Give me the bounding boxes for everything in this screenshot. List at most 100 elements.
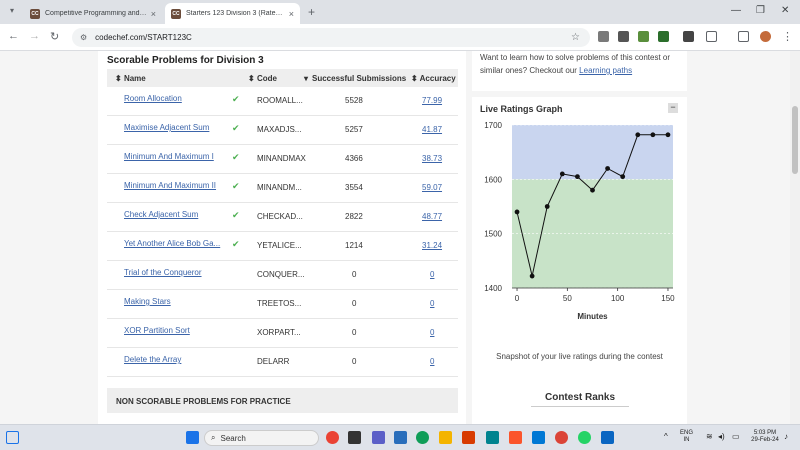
problem-name-link[interactable]: Minimum And Maximum I [124, 152, 214, 161]
browser-toolbar: ← → ↻ ⚙ codechef.com/START123C ☆ ⋮ [0, 24, 800, 51]
language-indicator[interactable]: ENG IN [680, 430, 693, 444]
accuracy-column-header[interactable]: ⬍ Accuracy [411, 74, 456, 83]
extensions-puzzle-icon[interactable] [706, 31, 717, 42]
address-bar[interactable]: ⚙ codechef.com/START123C ☆ [72, 28, 590, 47]
problem-code: CHECKAD... [257, 212, 303, 221]
tab-competitive-programming[interactable]: CC Competitive Programming and Co × [24, 3, 162, 24]
tray-chevron-icon[interactable]: ^ [664, 433, 668, 441]
accuracy-link[interactable]: 77.99 [422, 96, 442, 105]
file-explorer-icon[interactable] [439, 431, 452, 444]
page-scrollbar[interactable] [790, 51, 800, 424]
y-tick-label: 1700 [484, 121, 502, 130]
wifi-icon[interactable]: ≋ [706, 433, 713, 441]
accuracy-link[interactable]: 48.77 [422, 212, 442, 221]
chrome-icon[interactable] [555, 431, 568, 444]
close-tab-icon[interactable]: × [151, 9, 156, 19]
restore-icon[interactable]: ❐ [756, 5, 765, 16]
accuracy-link[interactable]: 0 [430, 270, 434, 279]
battery-icon[interactable]: ▭ [732, 433, 740, 441]
collapse-button[interactable]: − [668, 103, 678, 113]
codechef-favicon-icon: CC [171, 8, 181, 19]
table-row[interactable]: Minimum And Maximum I ✔ MINANDMAX 4366 38.73 [107, 145, 458, 174]
submission-count: 1214 [345, 241, 363, 250]
brave-icon[interactable] [509, 431, 522, 444]
table-row[interactable]: Yet Another Alice Bob Ga... ✔ YETALICE... 1… [107, 232, 458, 261]
solved-check-icon: ✔ [232, 94, 240, 104]
task-view-icon[interactable] [348, 431, 361, 444]
extension-icon[interactable] [658, 31, 669, 42]
y-tick-label: 1600 [484, 175, 502, 184]
whatsapp-icon[interactable] [578, 431, 591, 444]
new-tab-button[interactable]: + [308, 5, 315, 19]
close-tab-icon[interactable]: × [289, 9, 294, 19]
tab-starters-123[interactable]: CC Starters 123 Division 3 (Rated) Co × [165, 3, 300, 24]
problem-name-link[interactable]: Yet Another Alice Bob Ga... [124, 239, 220, 248]
table-row[interactable]: Trial of the Conqueror CONQUER... 0 0 [107, 261, 458, 290]
tab-search-icon[interactable]: ▾ [6, 6, 18, 18]
table-row[interactable]: Room Allocation ✔ ROOMALL... 5528 77.99 [107, 87, 458, 116]
start-icon[interactable] [186, 431, 199, 444]
edge-icon[interactable] [416, 431, 429, 444]
app-icon[interactable] [486, 431, 499, 444]
problem-name-link[interactable]: XOR Partition Sort [124, 326, 190, 335]
office-icon[interactable] [462, 431, 475, 444]
sort-desc-icon[interactable]: ▾ [304, 74, 308, 83]
learning-paths-link[interactable]: Learning paths [579, 66, 632, 75]
accuracy-link[interactable]: 38.73 [422, 154, 442, 163]
submission-count: 5528 [345, 96, 363, 105]
problem-name-link[interactable]: Check Adjacent Sum [124, 210, 198, 219]
table-row[interactable]: Delete the Array DELARR 0 0 [107, 348, 458, 377]
accuracy-link[interactable]: 0 [430, 328, 434, 337]
submissions-column-header[interactable]: Successful Submissions [312, 74, 406, 83]
linkedin-icon[interactable] [601, 431, 614, 444]
accuracy-link[interactable]: 0 [430, 357, 434, 366]
problem-name-link[interactable]: Minimum And Maximum II [124, 181, 216, 190]
teams-icon[interactable] [372, 431, 385, 444]
x-tick-label: 50 [563, 294, 572, 303]
profile-avatar[interactable] [760, 31, 771, 42]
non-scorable-header[interactable]: NON SCORABLE PROBLEMS FOR PRACTICE [107, 388, 458, 413]
accuracy-link[interactable]: 59.07 [422, 183, 442, 192]
close-window-icon[interactable]: ✕ [781, 5, 789, 16]
problem-name-link[interactable]: Trial of the Conqueror [124, 268, 202, 277]
accuracy-link[interactable]: 41.87 [422, 125, 442, 134]
table-row[interactable]: XOR Partition Sort XORPART... 0 0 [107, 319, 458, 348]
table-row[interactable]: Making Stars TREETOS... 0 0 [107, 290, 458, 319]
extension-icon[interactable] [683, 31, 694, 42]
bookmark-star-icon[interactable]: ☆ [571, 32, 580, 43]
side-panel-icon[interactable] [738, 31, 749, 42]
taskbar-search[interactable]: ⌕ Search [204, 430, 319, 446]
back-icon[interactable]: ← [8, 30, 19, 42]
vscode-icon[interactable] [532, 431, 545, 444]
x-tick-label: 0 [515, 294, 520, 303]
extension-icon[interactable] [638, 31, 649, 42]
problem-name-link[interactable]: Room Allocation [124, 94, 182, 103]
extension-icon[interactable] [598, 31, 609, 42]
accuracy-link[interactable]: 31.24 [422, 241, 442, 250]
copilot-icon[interactable] [326, 431, 339, 444]
menu-kebab-icon[interactable]: ⋮ [782, 30, 793, 43]
rating-point [605, 166, 610, 171]
mail-icon[interactable] [394, 431, 407, 444]
submission-count: 5257 [345, 125, 363, 134]
scrollbar-thumb[interactable] [792, 106, 798, 174]
widgets-icon[interactable] [6, 431, 19, 444]
table-row[interactable]: Minimum And Maximum II ✔ MINANDM... 3554 59.… [107, 174, 458, 203]
problem-name-link[interactable]: Making Stars [124, 297, 171, 306]
extension-icon[interactable] [618, 31, 629, 42]
forward-icon[interactable]: → [29, 30, 40, 42]
rating-point [544, 204, 550, 209]
name-column-header[interactable]: ⬍ Name [115, 74, 146, 83]
table-row[interactable]: Check Adjacent Sum ✔ CHECKAD... 2822 48.77 [107, 203, 458, 232]
notification-bell-icon[interactable]: ♪ [784, 433, 788, 441]
clock[interactable]: 5:03 PM 29-Feb-24 [748, 430, 782, 444]
site-info-icon[interactable]: ⚙ [80, 33, 87, 42]
problem-name-link[interactable]: Maximise Adjacent Sum [124, 123, 209, 132]
volume-icon[interactable]: ◂) [718, 433, 725, 441]
problem-name-link[interactable]: Delete the Array [124, 355, 181, 364]
reload-icon[interactable]: ↻ [50, 30, 59, 43]
accuracy-link[interactable]: 0 [430, 299, 434, 308]
minimize-icon[interactable]: — [731, 5, 741, 16]
table-row[interactable]: Maximise Adjacent Sum ✔ MAXADJS... 5257 41.8… [107, 116, 458, 145]
code-column-header[interactable]: ⬍ Code [248, 74, 277, 83]
